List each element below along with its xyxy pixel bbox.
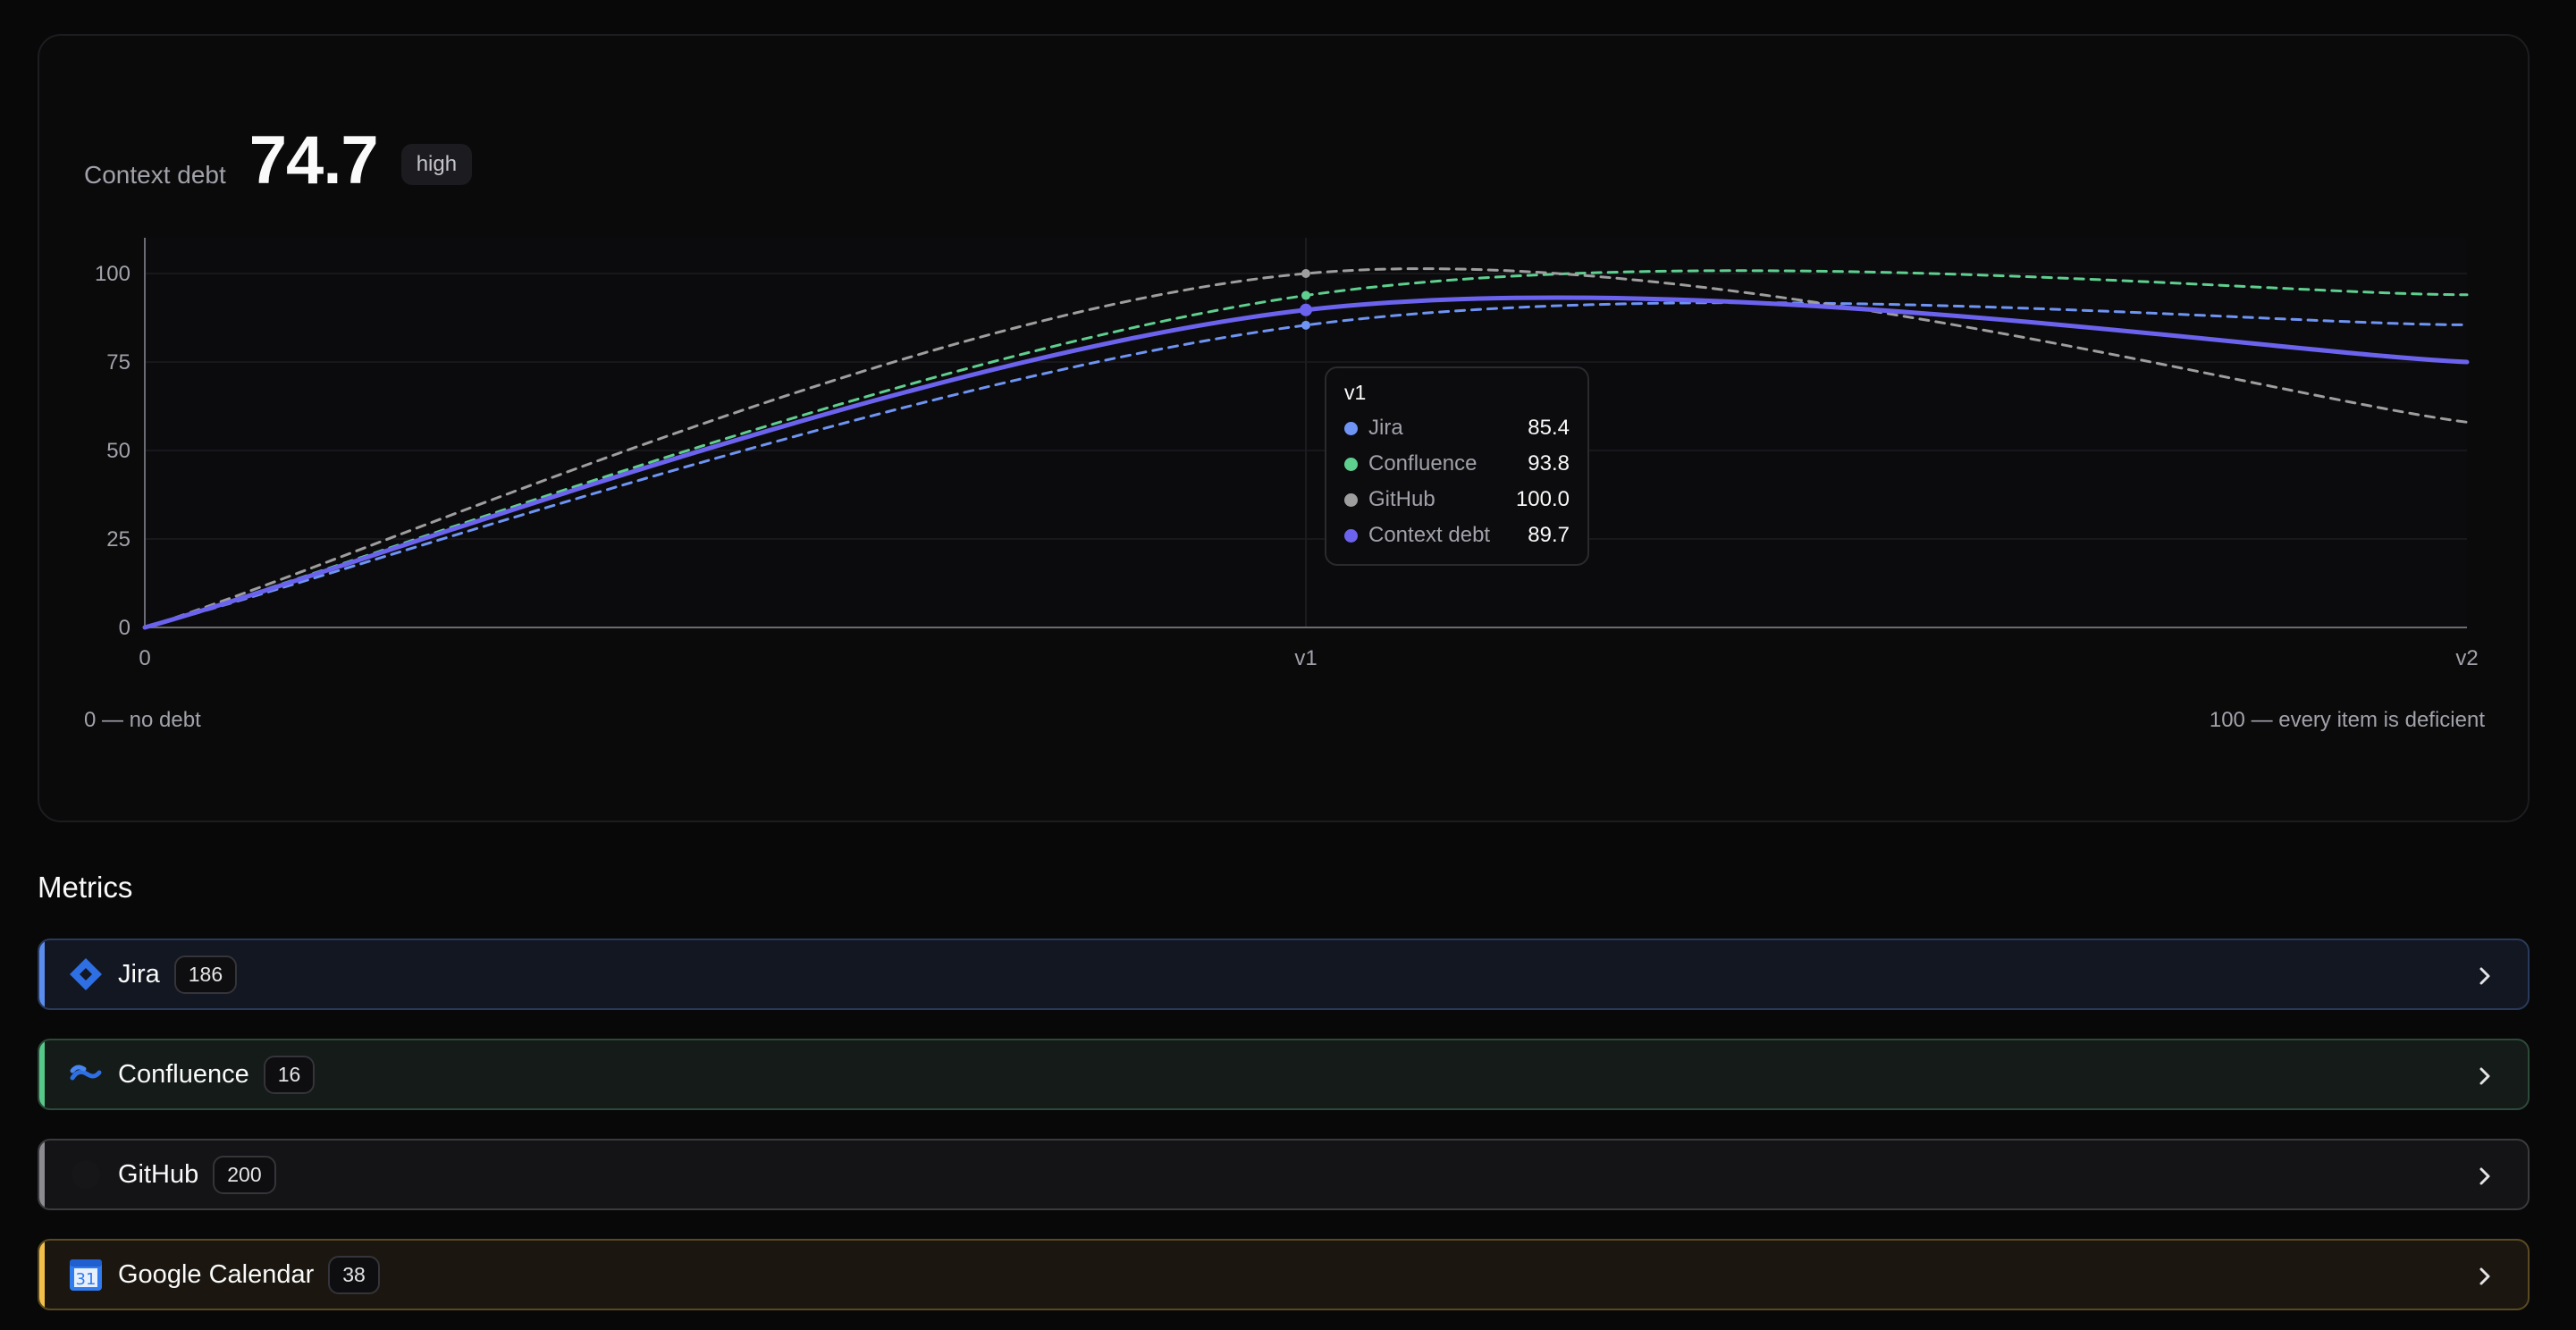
tooltip-value: 89.7 bbox=[1528, 523, 1570, 547]
metric-count: 200 bbox=[213, 1155, 276, 1194]
chevron-right-icon[interactable] bbox=[2471, 962, 2499, 990]
metric-row-jira[interactable]: Jira 186 bbox=[38, 939, 2530, 1010]
y-tick-label: 50 bbox=[106, 439, 130, 463]
metric-row-confluence[interactable]: Confluence 16 bbox=[38, 1039, 2530, 1110]
tooltip-value: 93.8 bbox=[1528, 451, 1570, 476]
metric-count: 38 bbox=[328, 1255, 380, 1294]
x-tick-label: v2 bbox=[2455, 646, 2478, 670]
series-point-github bbox=[1301, 269, 1310, 278]
series-point-jira bbox=[1301, 320, 1310, 330]
tooltip-name: GitHub bbox=[1368, 487, 1435, 511]
series-point-context-debt bbox=[1300, 303, 1312, 316]
y-tick-label: 0 bbox=[119, 616, 130, 640]
chevron-right-icon[interactable] bbox=[2471, 1062, 2499, 1090]
y-tick-label: 25 bbox=[106, 527, 130, 551]
tooltip-dot-github bbox=[1344, 492, 1358, 507]
x-tick-label: v1 bbox=[1294, 646, 1317, 670]
tooltip-dot-confluence bbox=[1344, 457, 1358, 471]
metric-name: Google Calendar bbox=[118, 1259, 315, 1289]
scale-min-label: 0 — no debt bbox=[84, 708, 201, 732]
tooltip-name: Context debt bbox=[1368, 523, 1491, 547]
tooltip-value: 85.4 bbox=[1528, 416, 1570, 440]
metric-row-google-calendar[interactable]: 31 Google Calendar 38 bbox=[38, 1239, 2530, 1310]
svg-text:31: 31 bbox=[76, 1270, 97, 1289]
tooltip-dot-jira bbox=[1344, 421, 1358, 435]
tooltip-row-jira: Jira 85.4 bbox=[1344, 410, 1570, 446]
tooltip-row-confluence: Confluence 93.8 bbox=[1344, 446, 1570, 482]
metric-name: GitHub bbox=[118, 1159, 199, 1189]
confluence-icon bbox=[68, 1056, 104, 1092]
chart-tooltip: v1 Jira 85.4 Confluence 93.8 GitHub 100.… bbox=[1325, 366, 1589, 566]
context-debt-chart[interactable]: 0 25 50 75 100 0 v1 v2 bbox=[39, 36, 2528, 821]
github-icon bbox=[68, 1157, 104, 1192]
tooltip-title: v1 bbox=[1344, 381, 1367, 404]
y-tick-label: 75 bbox=[106, 350, 130, 375]
metric-accent bbox=[39, 1241, 45, 1309]
metric-accent bbox=[39, 1141, 45, 1208]
metric-name: Jira bbox=[118, 959, 160, 989]
metric-accent bbox=[39, 1040, 45, 1108]
y-tick-label: 100 bbox=[95, 262, 130, 286]
chevron-right-icon[interactable] bbox=[2471, 1262, 2499, 1291]
metrics-title: Metrics bbox=[38, 871, 133, 904]
chevron-right-icon[interactable] bbox=[2471, 1162, 2499, 1191]
metric-count: 186 bbox=[173, 955, 238, 994]
scale-max-label: 100 — every item is deficient bbox=[2209, 708, 2485, 732]
tooltip-dot-context-debt bbox=[1344, 528, 1358, 543]
tooltip-name: Jira bbox=[1368, 416, 1403, 440]
google-calendar-icon: 31 bbox=[68, 1257, 104, 1292]
x-tick-label: 0 bbox=[139, 646, 150, 670]
metric-accent bbox=[39, 940, 45, 1008]
metric-count: 16 bbox=[263, 1055, 316, 1094]
tooltip-row-context-debt: Context debt 89.7 bbox=[1344, 518, 1570, 553]
metric-row-github[interactable]: GitHub 200 bbox=[38, 1139, 2530, 1210]
jira-icon bbox=[68, 956, 104, 992]
series-point-confluence bbox=[1301, 290, 1310, 300]
metric-name: Confluence bbox=[118, 1059, 249, 1089]
tooltip-row-github: GitHub 100.0 bbox=[1344, 482, 1570, 518]
tooltip-value: 100.0 bbox=[1515, 487, 1570, 511]
tooltip-name: Confluence bbox=[1368, 451, 1477, 476]
context-debt-card: Context debt 74.7 high 0 25 50 75 100 0 v1 v2 v… bbox=[38, 34, 2530, 822]
